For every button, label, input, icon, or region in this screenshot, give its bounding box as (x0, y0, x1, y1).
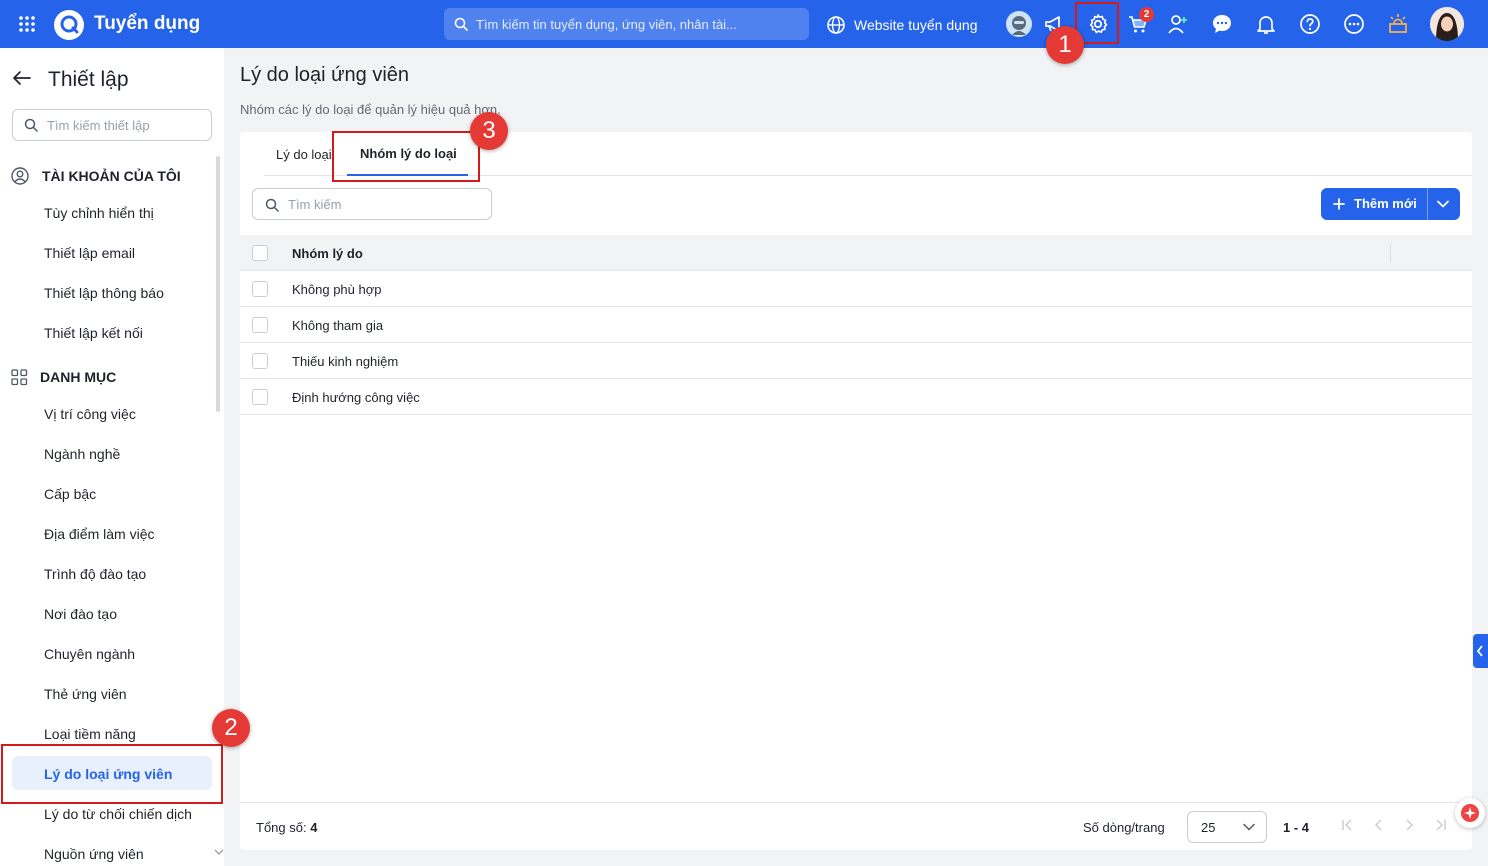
select-all-checkbox[interactable] (252, 245, 268, 261)
row-reason-group: Không tham gia (292, 318, 384, 333)
floating-assistant-button[interactable] (1455, 798, 1485, 828)
sidebar-item-work-location[interactable]: Địa điểm làm việc (44, 526, 154, 542)
sidebar-item-job-position[interactable]: Vị trí công việc (44, 406, 136, 422)
scroll-down-icon[interactable] (214, 848, 224, 856)
row-reason-group: Thiếu kinh nghiệm (292, 354, 399, 369)
sidebar-item-potential-type[interactable]: Loại tiềm năng (44, 726, 136, 742)
rows-per-page-label: Số dòng/trang (1083, 820, 1165, 835)
step-marker-3: 3 (470, 112, 508, 150)
website-link-label: Website tuyển dụng (854, 17, 978, 33)
row-checkbox[interactable] (252, 317, 268, 333)
prev-page-icon[interactable] (1372, 818, 1386, 832)
highlight-box-tab (332, 131, 480, 182)
globe-icon (827, 16, 845, 34)
column-divider (1390, 243, 1391, 263)
global-search-placeholder: Tìm kiếm tin tuyển dụng, ứng viên, nhân … (476, 17, 737, 32)
page-range: 1 - 4 (1283, 820, 1310, 835)
total-label: Tổng số: (256, 820, 307, 835)
table-row[interactable]: Không tham gia (240, 307, 1472, 343)
sidebar-item-candidate-tag[interactable]: Thẻ ứng viên (44, 686, 127, 702)
page-title: Lý do loại ứng viên (240, 64, 410, 86)
chevron-left-icon (1476, 645, 1483, 657)
settings-search-input[interactable]: Tìm kiếm thiết lập (12, 109, 212, 141)
step-marker-1: 1 (1046, 26, 1084, 64)
search-icon (454, 17, 468, 31)
table-search-input[interactable]: Tìm kiếm (252, 188, 492, 220)
sidebar-title: Thiết lập (48, 68, 129, 91)
top-bar: Tuyển dụng Tìm kiếm tin tuyển dụng, ứng … (0, 0, 1488, 48)
add-new-button[interactable]: Thêm mới (1321, 188, 1460, 220)
search-icon (24, 118, 38, 132)
sidebar-item-notification[interactable]: Thiết lập thông báo (44, 285, 164, 301)
sidebar-scrollbar[interactable] (216, 156, 220, 412)
search-icon (265, 198, 279, 212)
sidebar-item-level[interactable]: Cấp bậc (44, 486, 96, 502)
next-page-icon[interactable] (1402, 818, 1416, 832)
global-search-input[interactable]: Tìm kiếm tin tuyển dụng, ứng viên, nhân … (444, 8, 809, 40)
more-icon[interactable] (1342, 12, 1366, 36)
settings-search-placeholder: Tìm kiếm thiết lập (47, 118, 150, 133)
app-title: Tuyển dụng (94, 13, 201, 34)
sidebar-item-education-level[interactable]: Trình độ đào tạo (44, 566, 146, 582)
sidebar-item-display[interactable]: Tùy chỉnh hiển thị (44, 205, 154, 221)
total-value: 4 (310, 820, 318, 835)
back-arrow-icon[interactable] (12, 70, 32, 86)
add-new-label: Thêm mới (1354, 196, 1417, 211)
table-row[interactable]: Không phù hợp (240, 271, 1472, 307)
sidebar-item-candidate-source[interactable]: Nguồn ứng viên (44, 846, 144, 862)
sparkle-icon (1461, 804, 1479, 822)
table-footer: Tổng số: 4 Số dòng/trang 25 1 - 4 (240, 802, 1472, 850)
row-checkbox[interactable] (252, 389, 268, 405)
rows-per-page-value: 25 (1201, 820, 1216, 835)
table-search-placeholder: Tìm kiếm (288, 197, 342, 212)
column-header-reason-group[interactable]: Nhóm lý do (292, 246, 363, 261)
content-card: Lý do loại Nhóm lý do loại Tìm kiếm Thêm… (240, 132, 1472, 850)
section-category: DANH MỤC (40, 369, 117, 385)
last-page-icon[interactable] (1434, 818, 1448, 832)
cart-badge: 2 (1139, 7, 1154, 22)
first-page-icon[interactable] (1340, 818, 1354, 832)
rows-per-page-select[interactable]: 25 (1187, 811, 1267, 843)
row-checkbox[interactable] (252, 281, 268, 297)
apps-grid-icon[interactable] (18, 15, 36, 33)
add-user-icon[interactable] (1166, 12, 1190, 36)
table-row[interactable]: Định hướng công việc (240, 379, 1472, 415)
logo-icon (54, 10, 84, 40)
bot-avatar-icon[interactable] (1006, 11, 1032, 37)
row-checkbox[interactable] (252, 353, 268, 369)
side-panel-toggle[interactable] (1473, 634, 1488, 668)
plus-icon (1333, 198, 1345, 210)
chevron-down-icon (1243, 823, 1255, 831)
chat-icon[interactable] (1210, 12, 1234, 36)
sidebar-item-campaign-reject-reason[interactable]: Lý do từ chối chiến dịch (44, 806, 192, 822)
bell-icon[interactable] (1254, 12, 1278, 36)
chevron-down-icon[interactable] (1437, 200, 1449, 208)
account-circle-icon (11, 167, 29, 185)
sidebar-item-major[interactable]: Chuyên ngành (44, 646, 135, 662)
row-reason-group: Không phù hợp (292, 282, 382, 297)
section-my-account: TÀI KHOẢN CỦA TÔI (42, 168, 181, 184)
total-count: Tổng số: 4 (256, 820, 317, 835)
button-separator (1427, 188, 1428, 220)
sidebar-item-training-place[interactable]: Nơi đào tạo (44, 606, 117, 622)
sidebar-item-industry[interactable]: Ngành nghề (44, 446, 120, 462)
category-grid-icon (11, 369, 28, 386)
step-marker-2: 2 (212, 709, 250, 747)
highlight-box-sidebar-item (1, 744, 223, 804)
page-description: Nhóm các lý do loại để quản lý hiệu quả … (240, 102, 501, 117)
sidebar-item-email[interactable]: Thiết lập email (44, 245, 135, 261)
table-header: Nhóm lý do (240, 235, 1472, 271)
user-avatar[interactable] (1430, 7, 1464, 41)
lightbulb-icon[interactable] (1386, 12, 1410, 36)
sidebar-item-connection[interactable]: Thiết lập kết nối (44, 325, 143, 341)
table-row[interactable]: Thiếu kinh nghiệm (240, 343, 1472, 379)
tab-reasons[interactable]: Lý do loại (276, 147, 332, 162)
help-icon[interactable] (1298, 12, 1322, 36)
row-reason-group: Định hướng công việc (292, 390, 420, 405)
